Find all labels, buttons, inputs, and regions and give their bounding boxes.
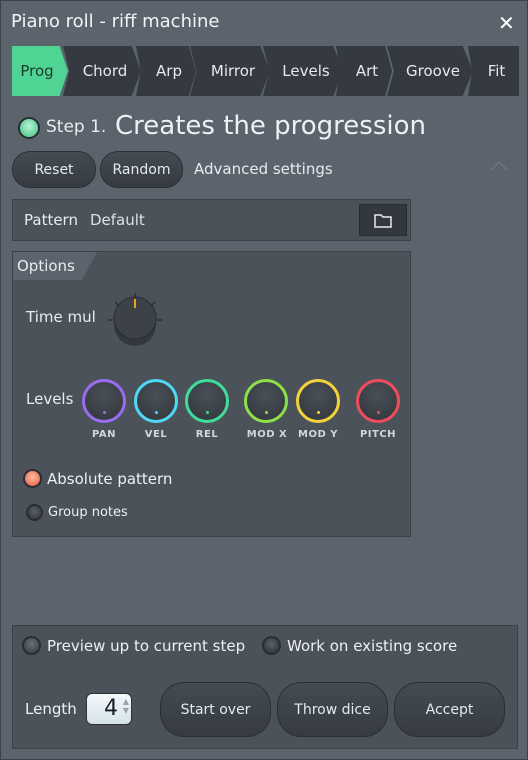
preview-label[interactable]: Preview up to current step xyxy=(47,637,245,655)
group-notes-label[interactable]: Group notes xyxy=(48,505,128,520)
absolute-pattern-led[interactable] xyxy=(23,469,42,488)
chevron-up-icon[interactable] xyxy=(490,161,508,179)
accept-button[interactable]: Accept xyxy=(394,682,505,737)
reset-button[interactable]: Reset xyxy=(12,151,96,188)
tab-chord[interactable]: Chord xyxy=(63,46,141,96)
mod-y-label: MOD Y xyxy=(298,429,338,440)
tab-levels[interactable]: Levels xyxy=(263,46,343,96)
work-existing-label[interactable]: Work on existing score xyxy=(287,637,457,655)
pan-label: PAN xyxy=(91,429,117,440)
work-existing-led[interactable] xyxy=(262,636,281,655)
rel-knob[interactable] xyxy=(185,379,229,423)
time-mul-knob[interactable] xyxy=(105,290,165,350)
absolute-pattern-label[interactable]: Absolute pattern xyxy=(47,470,172,488)
pitch-knob[interactable] xyxy=(356,379,400,423)
tab-groove[interactable]: Groove xyxy=(387,46,473,96)
folder-icon xyxy=(374,213,392,228)
throw-dice-button[interactable]: Throw dice xyxy=(277,682,388,737)
step-number: Step 1. xyxy=(46,117,107,137)
tab-art[interactable]: Art xyxy=(336,46,392,96)
levels-label: Levels xyxy=(26,390,74,408)
start-over-button[interactable]: Start over xyxy=(160,682,271,737)
length-value: 4 xyxy=(104,696,118,721)
length-label: Length xyxy=(25,700,77,718)
stepper-arrows-icon[interactable]: ▲ ▼ xyxy=(123,697,129,715)
mod-x-knob[interactable] xyxy=(244,379,288,423)
length-stepper[interactable]: 4 ▲ ▼ xyxy=(86,693,132,725)
riff-machine-window: Piano roll - riff machine ✕ Prog Chord A… xyxy=(0,0,528,760)
pattern-value: Default xyxy=(90,211,145,229)
vel-knob[interactable] xyxy=(134,379,178,423)
rel-label: REL xyxy=(195,429,219,440)
tab-prog[interactable]: Prog xyxy=(12,46,68,96)
tab-fit[interactable]: Fit xyxy=(468,46,519,96)
tab-mirror[interactable]: Mirror xyxy=(190,46,270,96)
time-mul-label: Time mul xyxy=(26,308,96,326)
step-led-icon xyxy=(18,117,40,139)
window-title: Piano roll - riff machine xyxy=(11,11,220,32)
mod-y-knob[interactable] xyxy=(296,379,340,423)
preview-led[interactable] xyxy=(22,636,41,655)
close-icon[interactable]: ✕ xyxy=(498,11,515,35)
options-title: Options xyxy=(17,257,75,275)
open-pattern-button[interactable] xyxy=(359,204,407,236)
advanced-settings-label[interactable]: Advanced settings xyxy=(194,160,333,178)
random-button[interactable]: Random xyxy=(100,151,183,188)
group-notes-led[interactable] xyxy=(26,504,43,521)
pan-knob[interactable] xyxy=(82,379,126,423)
pitch-label: PITCH xyxy=(359,429,397,440)
pattern-panel: Pattern Default xyxy=(12,199,411,241)
tab-arp[interactable]: Arp xyxy=(136,46,196,96)
step-description: Creates the progression xyxy=(115,111,426,141)
pattern-label: Pattern xyxy=(24,211,78,229)
